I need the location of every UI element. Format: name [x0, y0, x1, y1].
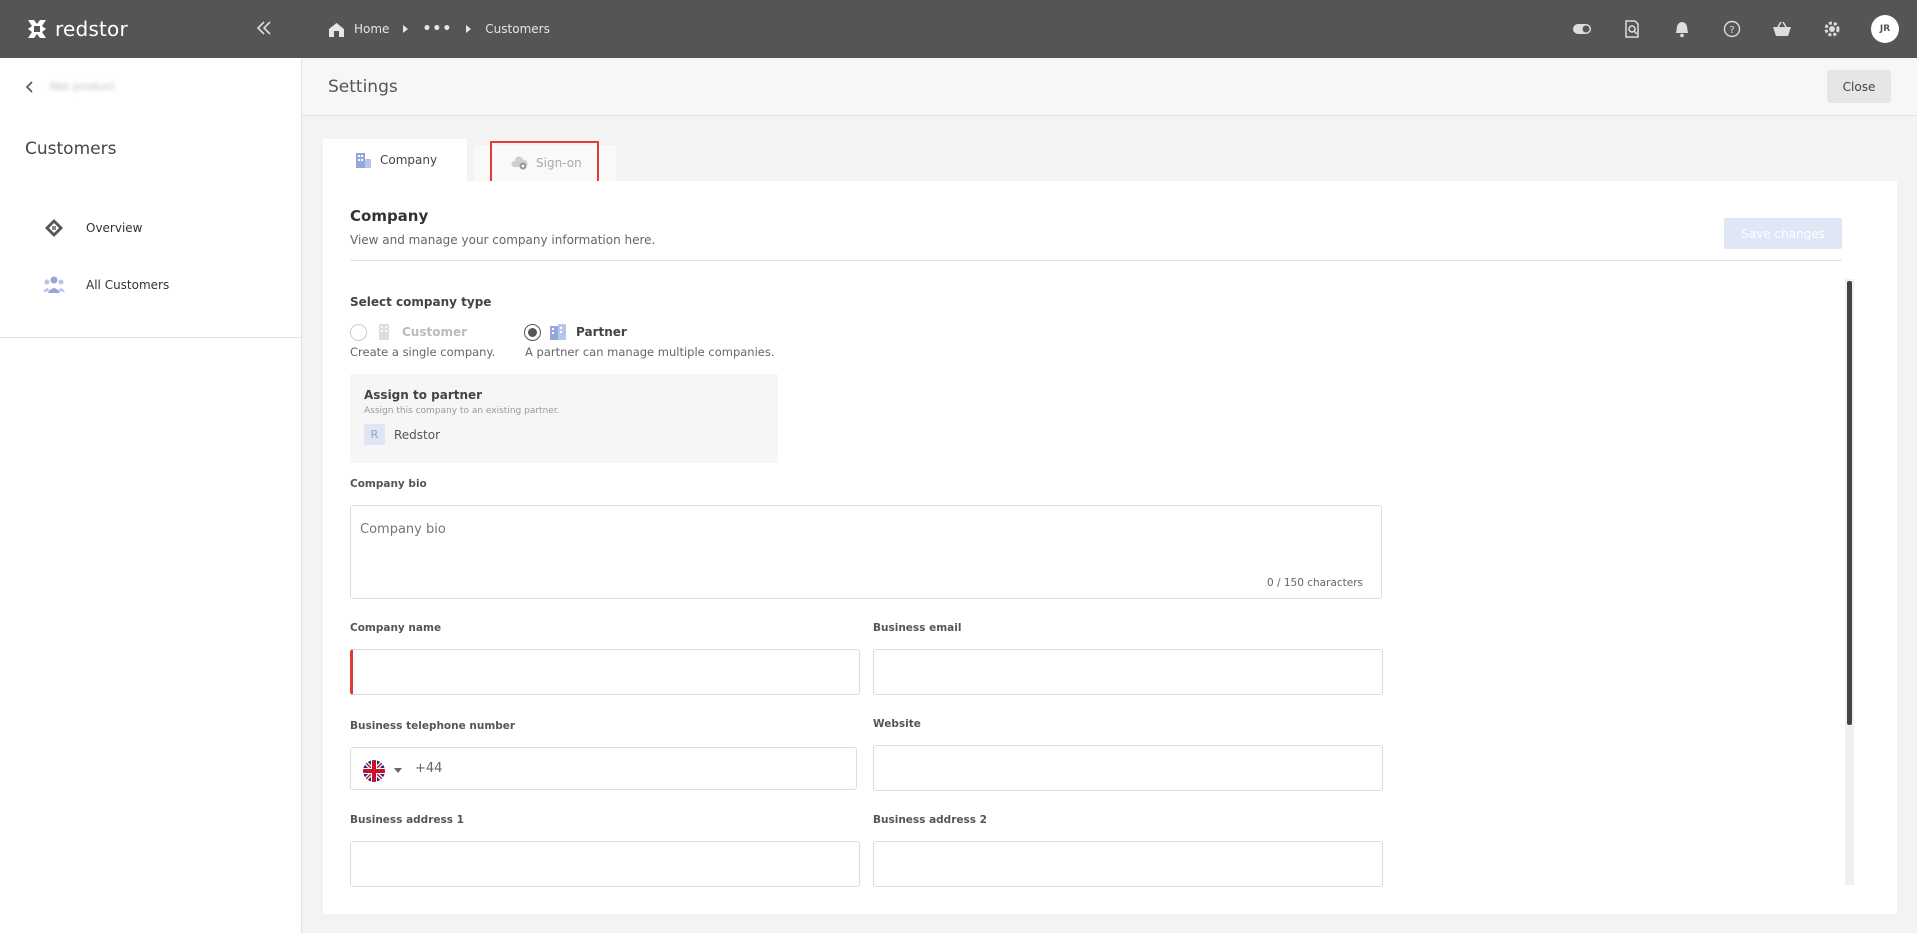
character-counter: 0 / 150 characters — [1266, 577, 1363, 589]
back-link[interactable]: Net product — [24, 80, 115, 93]
telephone-label: Business telephone number — [350, 720, 516, 732]
close-button[interactable]: Close — [1827, 70, 1891, 103]
partner-initial-badge: R — [364, 424, 385, 445]
overview-icon — [45, 219, 63, 237]
company-name-label: Company name — [350, 622, 442, 634]
company-type-label: Select company type — [350, 295, 492, 309]
breadcrumb-current: Customers — [485, 22, 550, 36]
back-arrow-icon[interactable] — [24, 80, 36, 93]
building-single-icon — [379, 324, 389, 340]
customer-type-description: Create a single company. — [350, 345, 496, 359]
section-subtitle: View and manage your company information… — [350, 233, 656, 247]
back-link-label: Net product — [50, 80, 116, 93]
building-icon — [356, 152, 371, 168]
sidebar-item-label: All Customers — [86, 278, 170, 292]
business-email-input[interactable] — [873, 649, 1383, 695]
company-bio-label: Company bio — [350, 478, 427, 490]
page-title: Settings — [328, 77, 398, 97]
customer-type-option[interactable]: Customer — [350, 323, 467, 341]
top-bar: redstor Home ••• Customers ? JR — [0, 0, 1917, 58]
collapse-sidebar-icon[interactable] — [254, 18, 274, 38]
company-bio-field[interactable]: Company bio 0 / 150 characters — [350, 505, 1382, 599]
company-bio-placeholder: Company bio — [360, 522, 446, 537]
sidebar-title: Customers — [25, 139, 117, 159]
save-changes-button[interactable]: Save changes — [1724, 218, 1842, 249]
address1-label: Business address 1 — [350, 814, 464, 826]
avatar[interactable]: JR — [1871, 15, 1899, 43]
redstor-logo-icon — [28, 20, 46, 38]
svg-text:?: ? — [1729, 25, 1734, 36]
chevron-down-icon[interactable] — [394, 768, 402, 773]
breadcrumb-arrow-icon — [403, 25, 409, 33]
divider — [350, 260, 1842, 261]
assign-partner-title: Assign to partner — [364, 388, 483, 402]
settings-header: Settings Close — [302, 58, 1917, 116]
sidebar-item-overview[interactable]: Overview — [42, 216, 143, 240]
customer-type-label: Customer — [402, 325, 468, 339]
assign-partner-subtitle: Assign this company to an existing partn… — [364, 406, 560, 416]
breadcrumb-arrow-icon — [466, 25, 472, 33]
gear-icon[interactable] — [1821, 18, 1843, 40]
customer-radio[interactable] — [350, 323, 367, 341]
home-icon[interactable] — [328, 21, 345, 38]
address2-input[interactable] — [873, 841, 1383, 887]
breadcrumb-home[interactable]: Home — [354, 22, 389, 36]
help-icon[interactable]: ? — [1721, 18, 1743, 40]
scrollbar[interactable] — [1845, 279, 1854, 885]
sidebar-divider — [0, 337, 302, 338]
uk-flag-icon[interactable] — [363, 760, 385, 782]
address1-input[interactable] — [350, 841, 860, 887]
tab-label: Company — [380, 153, 438, 167]
company-name-input[interactable] — [350, 649, 860, 695]
brand: redstor — [0, 0, 302, 58]
breadcrumb: Home ••• Customers — [328, 21, 550, 38]
sidebar: Net product Customers Overview All Custo… — [0, 58, 302, 933]
partner-type-label: Partner — [576, 325, 627, 339]
assign-partner-box: Assign to partner Assign this company to… — [350, 374, 778, 463]
breadcrumb-ellipsis[interactable]: ••• — [422, 21, 452, 37]
company-card: Company View and manage your company inf… — [323, 181, 1897, 914]
website-label: Website — [873, 718, 921, 730]
tab-company[interactable]: Company — [323, 139, 467, 181]
top-icons: ? JR — [1571, 0, 1917, 58]
search-doc-icon[interactable] — [1621, 18, 1643, 40]
partner-radio[interactable] — [524, 323, 541, 341]
partner-type-description: A partner can manage multiple companies. — [525, 345, 775, 359]
telephone-input[interactable]: +44 — [350, 747, 857, 790]
website-input[interactable] — [873, 745, 1383, 791]
sidebar-item-all-customers[interactable]: All Customers — [42, 273, 169, 297]
sidebar-item-label: Overview — [86, 221, 143, 235]
partner-type-option[interactable]: Partner — [524, 323, 627, 341]
partner-name[interactable]: Redstor — [394, 428, 440, 442]
country-code: +44 — [415, 761, 443, 776]
building-multi-icon — [550, 324, 566, 340]
bell-icon[interactable] — [1671, 18, 1693, 40]
section-title: Company — [350, 207, 429, 225]
basket-icon[interactable] — [1771, 18, 1793, 40]
toggle-icon[interactable] — [1571, 18, 1593, 40]
people-icon — [43, 276, 65, 293]
address2-label: Business address 2 — [873, 814, 987, 826]
scrollbar-thumb[interactable] — [1847, 281, 1852, 725]
business-email-label: Business email — [873, 622, 962, 634]
brand-name: redstor — [55, 17, 128, 41]
